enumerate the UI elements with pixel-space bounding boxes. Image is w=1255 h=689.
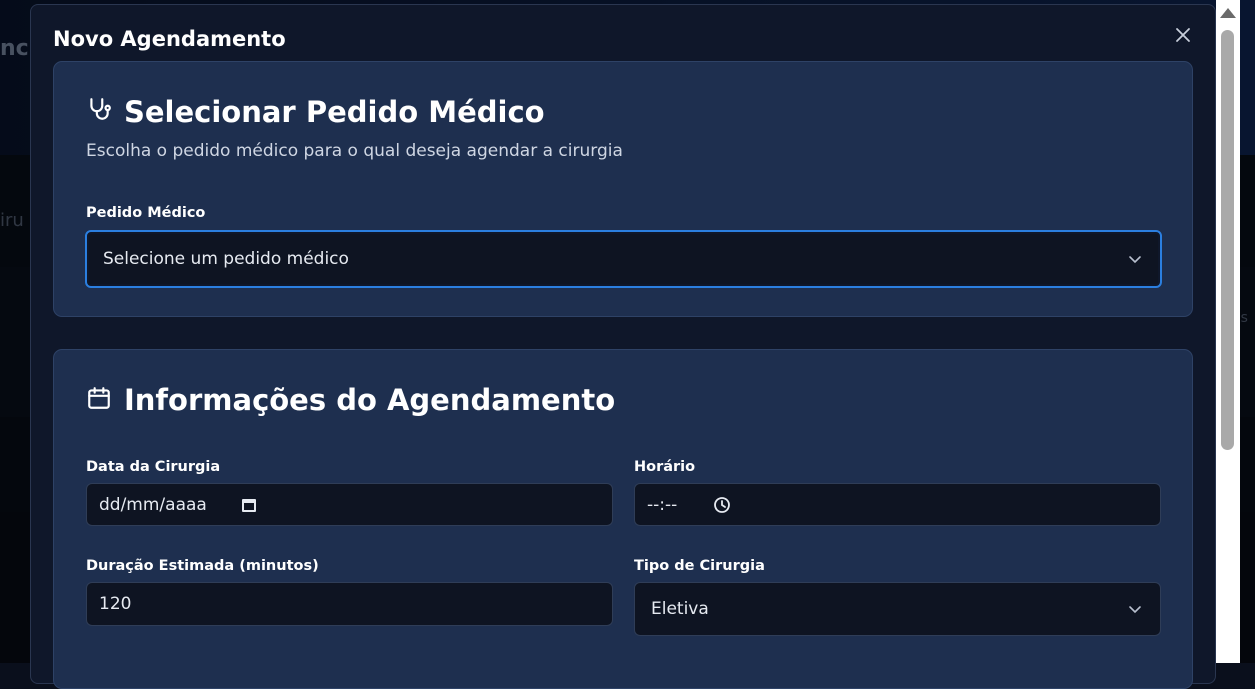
schedule-info-card: Informações do Agendamento Data da Cirur…: [53, 349, 1193, 689]
scroll-up-arrow-icon[interactable]: [1220, 8, 1236, 18]
time-label: Horário: [634, 459, 696, 475]
close-icon: [1176, 28, 1190, 42]
medical-order-description: Escolha o pedido médico para o qual dese…: [86, 141, 623, 161]
surgery-type-value: Eletiva: [651, 599, 709, 619]
dialog-scrollbar[interactable]: [1216, 0, 1240, 663]
medical-order-select[interactable]: Selecione um pedido médico: [85, 230, 1162, 288]
schedule-info-title: Informações do Agendamento: [124, 383, 616, 417]
new-appointment-dialog: Novo Agendamento Selecionar Pedido Médic…: [30, 4, 1216, 689]
scrollbar-thumb[interactable]: [1221, 30, 1234, 450]
stethoscope-icon: [90, 98, 111, 120]
time-placeholder: --:--: [647, 494, 678, 515]
medical-order-select-placeholder: Selecione um pedido médico: [103, 249, 349, 269]
medical-order-card: Selecionar Pedido Médico Escolha o pedid…: [53, 61, 1193, 317]
duration-label: Duração Estimada (minutos): [86, 558, 319, 574]
surgery-date-label: Data da Cirurgia: [86, 459, 221, 475]
duration-value: 120: [99, 594, 132, 614]
close-button[interactable]: [1173, 27, 1193, 47]
dialog-title: Novo Agendamento: [53, 27, 286, 51]
medical-order-title: Selecionar Pedido Médico: [124, 95, 545, 129]
surgery-type-label: Tipo de Cirurgia: [634, 558, 765, 574]
calendar-picker-icon[interactable]: [240, 496, 258, 514]
surgery-type-select[interactable]: Eletiva: [634, 582, 1161, 636]
calendar-icon: [88, 387, 110, 409]
surgery-date-input[interactable]: dd/mm/aaaa: [86, 483, 613, 526]
chevron-down-icon: [1129, 606, 1141, 614]
surgery-date-placeholder: dd/mm/aaaa: [99, 494, 207, 515]
time-input[interactable]: --:--: [634, 483, 1161, 526]
chevron-down-icon: [1129, 256, 1141, 264]
medical-order-label: Pedido Médico: [86, 205, 206, 221]
clock-icon[interactable]: [713, 496, 731, 514]
duration-input[interactable]: 120: [86, 582, 613, 626]
